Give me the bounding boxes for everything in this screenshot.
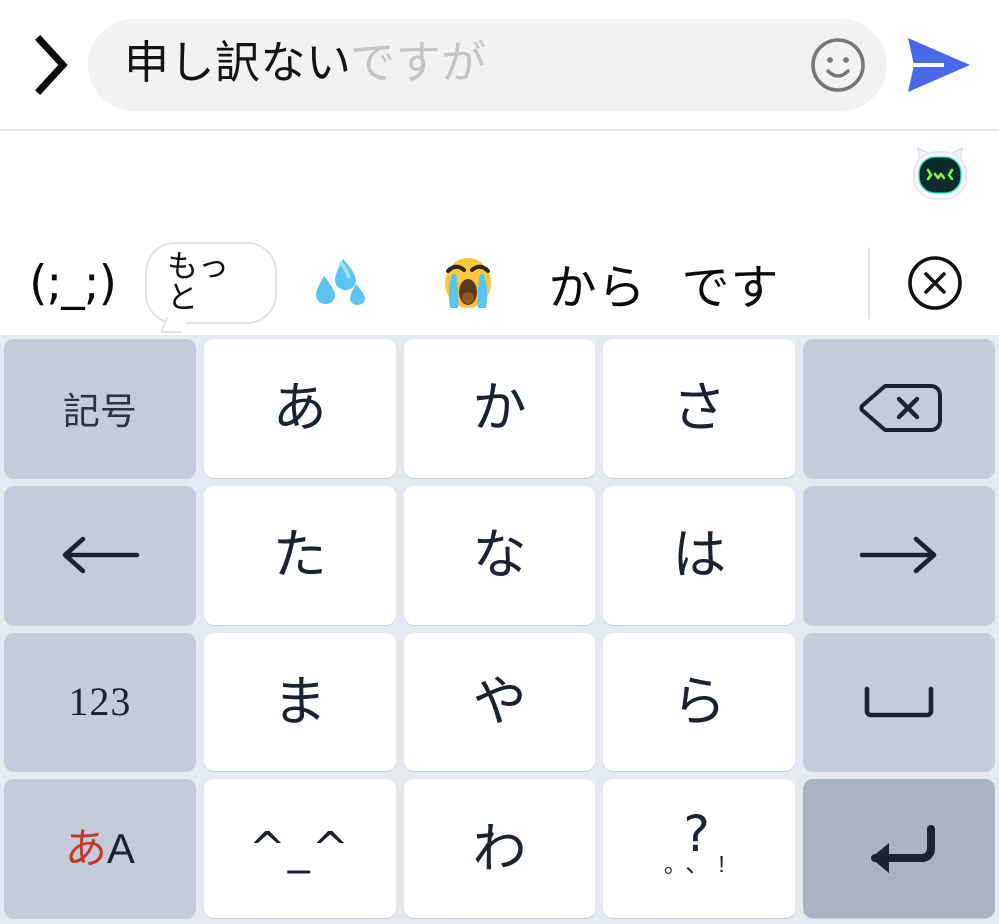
speech-bubble-icon: もっと — [145, 242, 277, 324]
sticker-strip — [0, 131, 999, 231]
suggestion-kaomoji[interactable]: (;_;) — [0, 231, 145, 335]
arrow-right-icon — [859, 536, 937, 574]
backspace-icon — [859, 384, 943, 433]
keyboard-row: た な は — [4, 485, 995, 625]
compose-bar: 申し訳ないですが — [0, 0, 999, 131]
chevron-right-icon[interactable] — [24, 30, 80, 100]
suggestion-bar: (;_;) もっと から です — [0, 231, 999, 335]
key-input-mode-label: あA — [64, 824, 135, 872]
suggestion-crying-emoji[interactable] — [404, 231, 531, 335]
keyboard-row: 123 ま や ら — [4, 632, 995, 772]
arrow-left-icon — [62, 536, 140, 574]
key-numbers[interactable]: 123 — [4, 632, 196, 772]
key-sa-label: さ — [672, 378, 727, 439]
key-kaomoji[interactable]: ^_^ — [203, 779, 396, 918]
key-na[interactable]: な — [403, 485, 596, 625]
key-kaomoji-label: ^_^ — [248, 822, 351, 874]
send-button[interactable] — [895, 22, 981, 108]
key-input-mode-kana: あ — [64, 824, 107, 872]
key-na-label: な — [472, 525, 527, 586]
key-ha-label: は — [672, 525, 727, 586]
smiley-face-icon[interactable] — [807, 34, 869, 96]
space-icon — [864, 686, 934, 718]
loudly-crying-face-icon — [444, 258, 491, 308]
keyboard-row: あA ^_^ わ ? 。、! — [4, 779, 995, 918]
suggestion-word-desu[interactable]: です — [664, 231, 797, 335]
key-a-label: あ — [272, 378, 327, 439]
suggestion-word-kara-label: から — [548, 262, 647, 315]
key-numbers-label: 123 — [68, 679, 132, 725]
input-predicted-text: ですが — [350, 40, 487, 88]
keyboard-row: 記号 あ か さ — [4, 339, 995, 478]
key-ha[interactable]: は — [603, 485, 796, 625]
key-symbols[interactable]: 記号 — [4, 339, 196, 478]
key-ka[interactable]: か — [403, 339, 596, 478]
key-ya[interactable]: や — [403, 632, 596, 772]
key-ka-label: か — [472, 378, 527, 439]
input-text: 申し訳ないですが — [124, 40, 807, 89]
suggestion-sweat-emoji[interactable] — [277, 231, 404, 335]
key-wa[interactable]: わ — [403, 779, 596, 918]
circle-x-icon[interactable] — [870, 231, 999, 335]
key-ra[interactable]: ら — [603, 632, 796, 772]
key-input-mode-latin: A — [106, 824, 135, 872]
key-punctuation[interactable]: ? 。、! — [603, 779, 796, 918]
key-wa-label: わ — [472, 818, 527, 879]
suggestion-word-desu-label: です — [681, 262, 780, 315]
key-ya-label: や — [472, 671, 527, 732]
key-ma-label: ま — [272, 671, 327, 732]
key-symbols-label: 記号 — [62, 391, 137, 433]
key-ta[interactable]: た — [203, 485, 396, 625]
keyboard-screen: 申し訳ないですが (;_;) もっと から です 記号 あ か さ た な は … — [0, 0, 999, 924]
key-punctuation-glyphs: ? 。、! — [603, 779, 795, 918]
input-committed-text: 申し訳ない — [124, 40, 351, 88]
key-enter[interactable] — [803, 779, 995, 918]
enter-icon — [871, 824, 936, 873]
suggestion-kaomoji-label: (;_;) — [29, 255, 117, 311]
key-cursor-right[interactable] — [803, 485, 995, 625]
keyboard: 記号 あ か さ た な は 123 ま や ら あA ^_^ わ ? 。、! — [0, 335, 999, 924]
key-ta-label: た — [272, 525, 327, 586]
key-punctuation-small: 。、! — [663, 850, 735, 877]
key-cursor-left[interactable] — [4, 485, 196, 625]
key-sa[interactable]: さ — [603, 339, 796, 478]
key-ra-label: ら — [672, 671, 727, 732]
key-backspace[interactable] — [803, 339, 995, 478]
key-ma[interactable]: ま — [203, 632, 396, 772]
text-input-field[interactable]: 申し訳ないですが — [88, 18, 887, 111]
key-input-mode[interactable]: あA — [4, 779, 196, 918]
cat-face-sticker[interactable] — [909, 145, 971, 203]
suggestion-word-kara[interactable]: から — [531, 231, 664, 335]
sweat-droplets-icon — [315, 259, 365, 305]
suggestion-more[interactable]: もっと — [145, 231, 277, 335]
suggestion-more-label: もっと — [167, 249, 229, 315]
key-space[interactable] — [803, 632, 995, 772]
suggestion-list: (;_;) もっと から です — [0, 231, 868, 335]
key-a[interactable]: あ — [203, 339, 396, 478]
